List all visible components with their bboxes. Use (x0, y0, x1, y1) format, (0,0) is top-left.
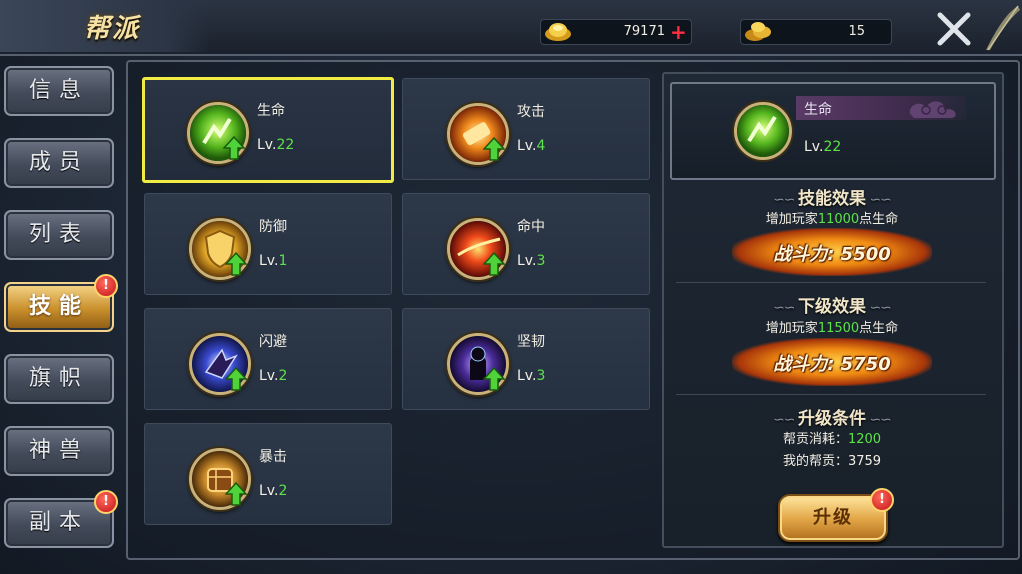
condition-section-title: ∽∽ 升级条件 ∽∽ (773, 409, 892, 429)
top-bar: 帮派 79171 + 15 (0, 0, 1022, 56)
scroll-ornament-left-icon: ∽∽ (773, 300, 798, 316)
effect-description: 增加玩家11000点生命 (765, 212, 899, 227)
skill-card-crit[interactable]: 暴击 Lv.2 (144, 423, 392, 525)
scroll-ornament-right-icon: ∽∽ (866, 300, 891, 316)
upgrade-arrow-icon (483, 137, 505, 161)
effect-power-banner: 战斗力: 5500 (732, 228, 932, 276)
cloud-ornament-icon (909, 101, 956, 118)
upgrade-alert-badge: ! (870, 488, 894, 512)
gold-ingot-icon (545, 23, 571, 41)
skill-name: 防御 (259, 219, 287, 235)
detail-life-icon (734, 102, 792, 160)
page-title: 帮派 (84, 14, 141, 44)
next-effect-description: 增加玩家11500点生命 (765, 321, 899, 336)
tab-beast[interactable]: 神兽 (4, 426, 114, 476)
effect-power-text: 战斗力: 5500 (773, 244, 891, 265)
skill-card-life[interactable]: 生命 Lv.22 (142, 77, 394, 183)
my-contribution: 我的帮贡：3759 (782, 454, 882, 469)
skill-level: Lv.4 (517, 138, 546, 154)
skill-card-dodge[interactable]: 闪避 Lv.2 (144, 308, 392, 410)
detail-skill-level: Lv.22 (804, 139, 842, 155)
skill-name: 命中 (517, 219, 545, 235)
skill-name: 闪避 (259, 334, 287, 350)
tab-info[interactable]: 信息 (4, 66, 114, 116)
upgrade-arrow-icon (225, 367, 247, 391)
next-effect-section-title: ∽∽ 下级效果 ∽∽ (773, 297, 892, 317)
skill-name: 坚韧 (517, 334, 545, 350)
skill-level: Lv.3 (517, 253, 546, 269)
skills-alert-badge: ! (94, 274, 118, 298)
effect-section-title: ∽∽ 技能效果 ∽∽ (773, 189, 892, 209)
skill-level: Lv.2 (259, 368, 288, 384)
ingot-currency: 15 (740, 19, 892, 45)
skill-name: 攻击 (517, 104, 545, 120)
sidebar-tabs: 信息 成员 列表 技能 旗帜 神兽 副本 ! ! (0, 62, 120, 552)
ingot-amount: 15 (848, 24, 865, 39)
tab-list[interactable]: 列表 (4, 210, 114, 260)
quill-decoration-icon (986, 5, 1020, 51)
dungeon-alert-badge: ! (94, 490, 118, 514)
skill-name: 生命 (257, 103, 285, 119)
skill-level: Lv.22 (257, 137, 295, 153)
tab-members[interactable]: 成员 (4, 138, 114, 188)
skill-card-hit[interactable]: 命中 Lv.3 (402, 193, 650, 295)
skill-level: Lv.2 (259, 483, 288, 499)
next-power-banner: 战斗力: 5750 (732, 338, 932, 386)
close-icon[interactable] (934, 9, 974, 49)
gold-amount: 79171 (623, 24, 665, 39)
detail-skill-name: 生命 (804, 102, 832, 118)
skill-level: Lv.1 (259, 253, 288, 269)
skill-card-attack[interactable]: 攻击 Lv.4 (402, 78, 650, 180)
contribution-cost: 帮贡消耗：1200 (782, 432, 882, 447)
scroll-ornament-right-icon: ∽∽ (866, 412, 891, 428)
scroll-ornament-left-icon: ∽∽ (773, 412, 798, 428)
add-gold-button[interactable]: + (670, 22, 687, 42)
skill-name: 暴击 (259, 449, 287, 465)
divider (676, 394, 986, 395)
upgrade-arrow-icon (223, 136, 245, 160)
skill-card-toughness[interactable]: 坚韧 Lv.3 (402, 308, 650, 410)
divider (676, 282, 986, 283)
skill-level: Lv.3 (517, 368, 546, 384)
next-power-text: 战斗力: 5750 (773, 354, 891, 375)
scroll-ornament-right-icon: ∽∽ (866, 192, 891, 208)
gold-ingot-stack-icon (745, 22, 771, 41)
tab-banner[interactable]: 旗帜 (4, 354, 114, 404)
gold-currency: 79171 + (540, 19, 692, 45)
upgrade-arrow-icon (225, 482, 247, 506)
skill-card-defense[interactable]: 防御 Lv.1 (144, 193, 392, 295)
upgrade-arrow-icon (483, 367, 505, 391)
upgrade-arrow-icon (225, 252, 247, 276)
scroll-ornament-left-icon: ∽∽ (773, 192, 798, 208)
upgrade-arrow-icon (483, 252, 505, 276)
